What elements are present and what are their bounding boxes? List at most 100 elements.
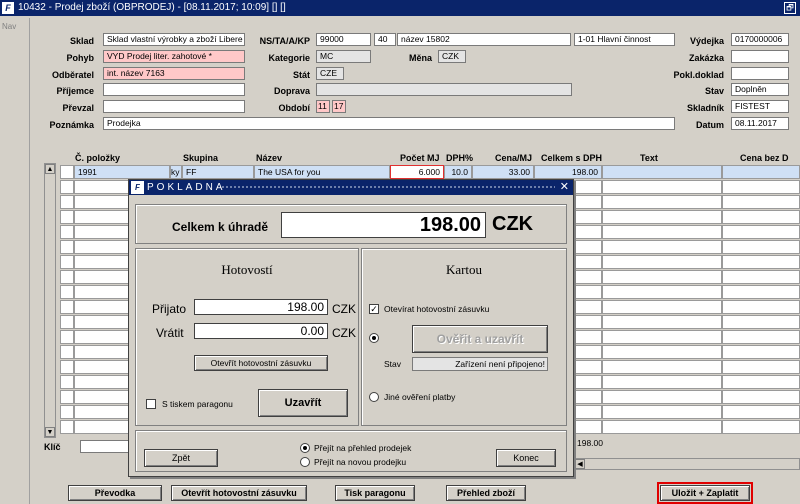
scroll-left-icon[interactable]: ◀ (575, 459, 585, 469)
grid-cell[interactable] (60, 210, 74, 224)
grid-cell[interactable] (722, 420, 800, 434)
ns-field-3[interactable]: název 15802 (397, 33, 571, 46)
grid-cell[interactable] (722, 240, 800, 254)
grid-cell[interactable] (602, 270, 722, 284)
cell-celkem[interactable]: 198.00 (534, 165, 602, 179)
grid-cell[interactable] (60, 195, 74, 209)
grid-cell[interactable] (602, 300, 722, 314)
print-receipt-checkbox[interactable] (146, 399, 156, 409)
grid-cell[interactable] (602, 330, 722, 344)
odberatel-field[interactable]: int. název 7163 (103, 67, 245, 80)
grid-cell[interactable] (722, 255, 800, 269)
col-header-text[interactable]: Text (640, 153, 658, 163)
col-header-cena[interactable]: Cena/MJ (495, 153, 532, 163)
prevodka-button[interactable]: Převodka (68, 485, 162, 501)
restore-window-button[interactable]: 🗗 (784, 2, 796, 14)
open-drawer-button[interactable]: Otevřít hotovostní zásuvku (171, 485, 307, 501)
col-header-cena-bez[interactable]: Cena bez D (740, 153, 789, 163)
grid-cell[interactable] (602, 195, 722, 209)
grid-cell[interactable] (722, 270, 800, 284)
grid-cell[interactable] (722, 315, 800, 329)
grid-cell[interactable] (602, 405, 722, 419)
grid-cell[interactable] (722, 345, 800, 359)
grid-cell[interactable] (60, 405, 74, 419)
grid-cell[interactable] (60, 300, 74, 314)
col-header-skupina[interactable]: Skupina (183, 153, 218, 163)
grid-cell[interactable] (60, 180, 74, 194)
grid-cell[interactable] (722, 375, 800, 389)
zakazka-field[interactable] (731, 50, 789, 63)
grid-cell[interactable] (722, 195, 800, 209)
skladnik-field[interactable]: FISTEST (731, 100, 789, 113)
pohyb-field[interactable]: VYD Prodej liter. zahotové * (103, 50, 245, 63)
grid-cell[interactable] (60, 360, 74, 374)
ns-field-4[interactable]: 1-01 Hlavní činnost (574, 33, 675, 46)
col-header-dph[interactable]: DPH% (446, 153, 473, 163)
mena-field[interactable]: CZK (438, 50, 466, 63)
grid-cell[interactable] (602, 345, 722, 359)
prijemce-field[interactable] (103, 83, 245, 96)
poznamka-field[interactable]: Prodejka (103, 117, 675, 130)
grid-cell[interactable] (602, 180, 722, 194)
ns-field-1[interactable]: 99000 (316, 33, 371, 46)
cell-polozka[interactable]: 1991 (74, 165, 170, 179)
grid-cell[interactable] (602, 315, 722, 329)
end-button[interactable]: Konec (496, 449, 556, 467)
grid-cell[interactable] (722, 300, 800, 314)
grid-cell[interactable] (60, 375, 74, 389)
verify-and-close-button[interactable]: Ověřit a uzavřít (412, 325, 548, 353)
grid-cell[interactable] (602, 240, 722, 254)
dialog-open-drawer-button[interactable]: Otevřít hotovostní zásuvku (194, 355, 328, 371)
back-button[interactable]: Zpět (144, 449, 218, 467)
grid-cell[interactable] (60, 285, 74, 299)
grid-cell[interactable] (722, 405, 800, 419)
nav-panel[interactable]: Nav (0, 18, 30, 504)
stat-field[interactable]: CZE (316, 67, 344, 80)
grid-cell[interactable] (60, 390, 74, 404)
grid-cell[interactable] (60, 270, 74, 284)
table-row[interactable]: 1991 ky FF The USA for you 6.000 10.0 33… (48, 165, 800, 179)
dialog-title-bar[interactable]: F POKLADNA ✕ (129, 180, 573, 195)
grid-cell[interactable] (722, 225, 800, 239)
other-verify-radio[interactable] (369, 392, 379, 402)
col-header-pocet[interactable]: Počet MJ (400, 153, 440, 163)
kategorie-field[interactable]: MC (316, 50, 371, 63)
grid-cell[interactable] (722, 360, 800, 374)
grid-cell[interactable] (60, 345, 74, 359)
cell-dph[interactable]: 10.0 (444, 165, 472, 179)
cell-cena-bez[interactable] (722, 165, 800, 179)
col-header-nazev[interactable]: Název (256, 153, 282, 163)
close-cash-button[interactable]: Uzavřít (258, 389, 348, 417)
card-verify-radio[interactable] (369, 333, 379, 343)
go-to-new-radio[interactable] (300, 457, 310, 467)
goods-overview-button[interactable]: Přehled zboží (446, 485, 526, 501)
cell-text[interactable] (602, 165, 722, 179)
grid-cell[interactable] (60, 420, 74, 434)
grid-cell[interactable] (602, 390, 722, 404)
grid-cell[interactable] (60, 225, 74, 239)
grid-cell[interactable] (722, 390, 800, 404)
card-open-drawer-checkbox[interactable]: ✓ (369, 304, 379, 314)
col-header-polozka[interactable]: Č. položky (75, 153, 120, 163)
grid-cell[interactable] (60, 315, 74, 329)
save-and-pay-button[interactable]: Uložit + Zaplatit (657, 482, 753, 504)
grid-horizontal-scrollbar[interactable]: ◀ (574, 458, 800, 470)
prevzal-field[interactable] (103, 100, 245, 113)
grid-cell[interactable] (602, 225, 722, 239)
close-icon[interactable]: ✕ (560, 180, 569, 195)
grid-cell[interactable] (60, 330, 74, 344)
grid-cell[interactable] (602, 255, 722, 269)
grid-cell[interactable] (60, 240, 74, 254)
col-header-celkem[interactable]: Celkem s DPH (541, 153, 602, 163)
go-to-overview-radio[interactable] (300, 443, 310, 453)
obdobi-field-year[interactable]: 17 (332, 100, 346, 113)
obdobi-field-month[interactable]: 11 (316, 100, 330, 113)
ns-field-2[interactable]: 40 (374, 33, 396, 46)
sklad-field[interactable]: Sklad vlastní výrobky a zboží Libere (103, 33, 245, 46)
vratit-input[interactable]: 0.00 (194, 323, 328, 339)
cell-nazev[interactable]: The USA for you (254, 165, 390, 179)
pokl-doklad-field[interactable] (731, 67, 789, 80)
print-receipt-button[interactable]: Tisk paragonu (335, 485, 415, 501)
doprava-field[interactable] (316, 83, 572, 96)
grid-cell[interactable] (602, 285, 722, 299)
